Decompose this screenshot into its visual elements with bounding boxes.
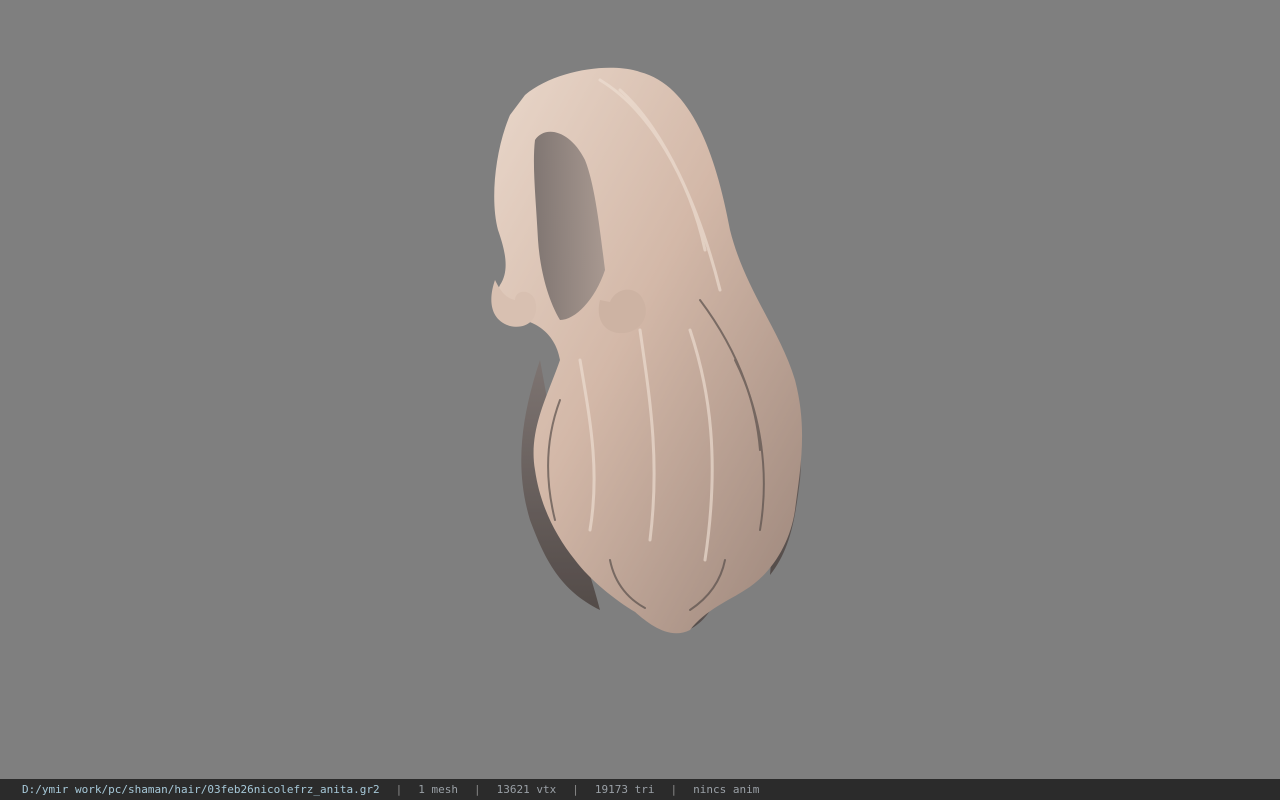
status-separator: | bbox=[670, 783, 678, 796]
status-separator: | bbox=[474, 783, 481, 796]
status-bar: D:/ymir work/pc/shaman/hair/03feb26nicol… bbox=[0, 779, 1280, 800]
status-separator: | bbox=[395, 783, 403, 796]
file-path-label: D:/ymir work/pc/shaman/hair/03feb26nicol… bbox=[22, 783, 380, 796]
mesh-count-label: 1 mesh bbox=[418, 783, 458, 796]
3d-viewport[interactable] bbox=[0, 0, 1280, 779]
status-separator: | bbox=[572, 783, 579, 796]
vertex-count-label: 13621 vtx bbox=[496, 783, 557, 796]
triangle-count-label: 19173 tri bbox=[594, 783, 655, 796]
hair-model-render bbox=[491, 67, 803, 634]
animation-status-label: nincs anim bbox=[693, 783, 760, 796]
